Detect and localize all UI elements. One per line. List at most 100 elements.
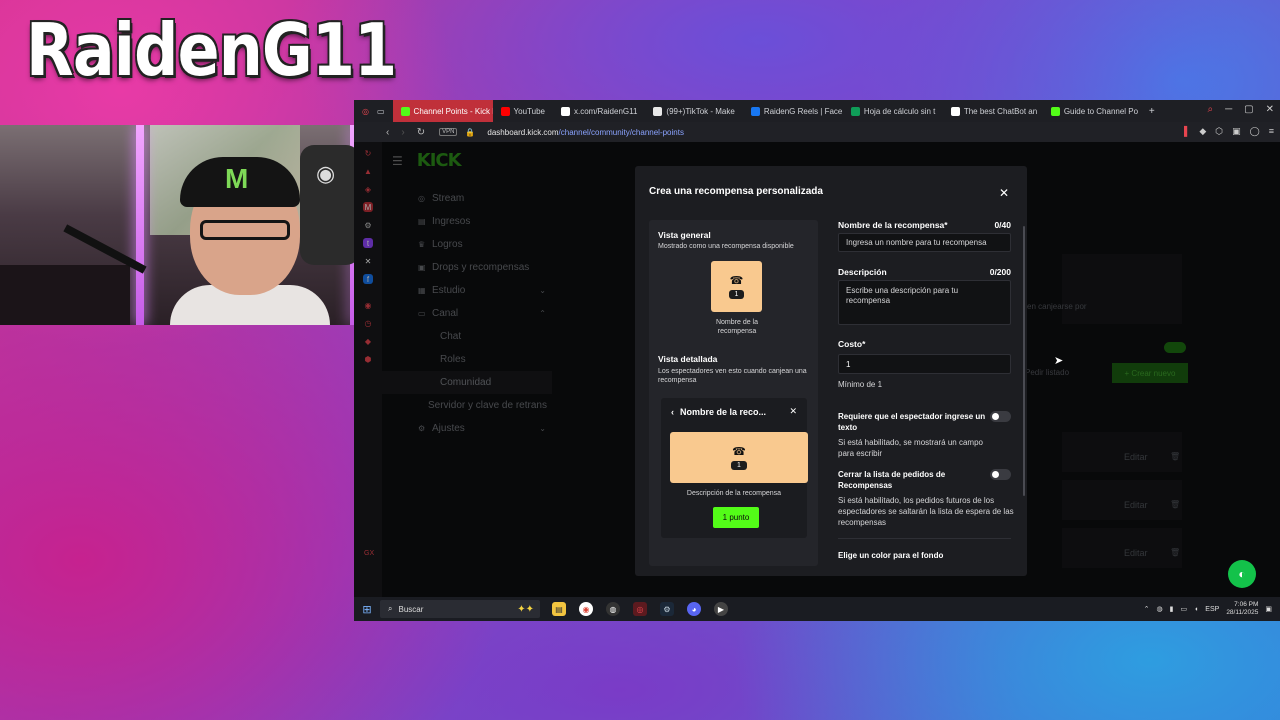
- taskbar-search[interactable]: ⌕ Buscar ✦✦: [380, 600, 540, 618]
- modal-title: Crea una recompensa personalizada: [649, 186, 823, 197]
- obs-icon[interactable]: ◍: [606, 602, 620, 616]
- url-field[interactable]: dashboard.kick.com/channel/community/cha…: [487, 128, 684, 137]
- media-player-icon[interactable]: ▶: [714, 602, 728, 616]
- tab-favicon-icon: [1050, 106, 1060, 116]
- notification-icon[interactable]: ▣: [1265, 605, 1272, 613]
- windows-taskbar: ⊞ ⌕ Buscar ✦✦ ▤ ◉ ◍ ◎ ⚙ ◕ ▶ ⌃ ◍ ▮ ▭ ◖ ES…: [354, 597, 1280, 621]
- chrome-icon[interactable]: ◉: [579, 602, 593, 616]
- reward-tile-name: Nombre de la recompensa: [715, 319, 759, 335]
- adblock-icon[interactable]: ◆: [1199, 126, 1206, 137]
- browser-tab-label: x.com/RaidenG11: [573, 106, 638, 116]
- back-icon[interactable]: ‹: [386, 127, 389, 138]
- minimize-icon[interactable]: ─: [1225, 104, 1232, 115]
- form-divider: [838, 538, 1011, 539]
- tab-favicon-icon: [500, 106, 510, 116]
- detail-tile-cost: 1: [731, 461, 747, 470]
- browser-tab-bar: ◎ ▭ Channel Points - Kick Da YouTube x.com…: [354, 100, 1280, 122]
- detail-preview-card: ‹ Nombre de la reco... ✕ ☎ 1 Descripción…: [661, 398, 808, 538]
- opera-gx-icon[interactable]: ◎: [633, 602, 647, 616]
- browser-tab[interactable]: The best ChatBot an: [943, 100, 1043, 122]
- background-color-label: Elige un color para el fondo: [838, 551, 944, 560]
- detail-back-icon[interactable]: ‹: [671, 407, 674, 417]
- opera-logo-icon[interactable]: ◎: [362, 107, 369, 116]
- browser-tab[interactable]: x.com/RaidenG11: [553, 100, 645, 122]
- close-queue-description: Si está habilitado, los pedidos futuros …: [838, 496, 1014, 527]
- browser-tab[interactable]: Hoja de cálculo sin t: [843, 100, 943, 122]
- menu-icon[interactable]: ≡: [1269, 126, 1274, 137]
- tray-volume-icon[interactable]: ◖: [1194, 606, 1198, 613]
- detail-close-icon[interactable]: ✕: [789, 406, 797, 417]
- streamer-name: RaidenG11: [26, 8, 397, 92]
- gift-icon: ☎: [732, 446, 746, 458]
- overview-heading: Vista general: [658, 230, 711, 240]
- create-reward-modal: Crea una recompensa personalizada ✕ Vist…: [635, 166, 1027, 576]
- browser-tab-label: Guide to Channel Po: [1063, 106, 1139, 116]
- tray-language[interactable]: ESP: [1205, 606, 1219, 613]
- maximize-icon[interactable]: ▢: [1244, 104, 1253, 115]
- search-tabs-icon[interactable]: ⌕: [1207, 104, 1213, 115]
- tab-overview-icon[interactable]: ▭: [377, 107, 385, 116]
- webcam-shelf: [0, 265, 130, 325]
- browser-tab-label: YouTube: [513, 106, 545, 116]
- description-label: Descripción 0/200: [838, 267, 1011, 277]
- browser-tab[interactable]: Guide to Channel Po: [1043, 100, 1143, 122]
- discord-icon[interactable]: ◕: [687, 602, 701, 616]
- copilot-sparkle-icon: ✦✦: [517, 603, 534, 615]
- description-char-count: 0/200: [989, 267, 1011, 277]
- modal-scrollbar[interactable]: [1023, 226, 1025, 496]
- browser-tab[interactable]: RaidenG Reels | Face: [743, 100, 843, 122]
- close-queue-title: Cerrar la lista de pedidos de Recompensa…: [838, 470, 946, 490]
- tray-mic-icon[interactable]: ▮: [1170, 605, 1174, 613]
- reward-description-input[interactable]: Escribe una descripción para tu recompen…: [838, 280, 1011, 325]
- extensions-icon[interactable]: ⬡: [1215, 126, 1223, 137]
- reward-cost-input[interactable]: 1: [838, 354, 1011, 374]
- wallet-icon[interactable]: ▣: [1232, 126, 1241, 137]
- cost-minimum-note: Mínimo de 1: [838, 380, 883, 389]
- webcam-feed: ◉ M: [0, 125, 354, 325]
- browser-tab-label: Channel Points - Kick Da: [413, 106, 493, 116]
- tab-favicon-icon: [653, 106, 663, 116]
- reward-name-input[interactable]: Ingresa un nombre para tu recompensa: [838, 233, 1011, 252]
- vpn-badge[interactable]: VPN: [439, 128, 458, 136]
- browser-tab[interactable]: Channel Points - Kick Da: [392, 100, 493, 122]
- browser-tab[interactable]: (99+)TikTok - Make: [645, 100, 742, 122]
- steam-icon[interactable]: ⚙: [660, 602, 674, 616]
- require-text-toggle[interactable]: [990, 411, 1011, 422]
- forward-icon[interactable]: ›: [401, 127, 404, 138]
- search-icon: ⌕: [388, 604, 393, 613]
- require-text-description: Si está habilitado, se mostrará un campo…: [838, 438, 983, 458]
- modal-close-icon[interactable]: ✕: [995, 184, 1013, 202]
- new-tab-icon[interactable]: +: [1143, 106, 1161, 117]
- name-char-count: 0/40: [994, 220, 1011, 230]
- record-indicator-icon: ▌: [1183, 126, 1191, 136]
- gift-icon: ☎: [729, 275, 744, 287]
- webcam-chair-logo: ◉: [316, 161, 336, 186]
- browser-tab-label: RaidenG Reels | Face: [763, 106, 843, 116]
- captured-screen: ◎ ▭ Channel Points - Kick Da YouTube x.com…: [354, 100, 1280, 621]
- redeem-points-button[interactable]: 1 punto: [713, 507, 759, 528]
- tray-clock[interactable]: 7:06 PM 28/11/2025: [1226, 601, 1258, 617]
- detail-card-title: Nombre de la reco...: [680, 406, 767, 417]
- browser-tab-label: The best ChatBot an: [963, 106, 1038, 116]
- tab-favicon-icon: [400, 106, 410, 116]
- tray-app-icon[interactable]: ◍: [1156, 605, 1162, 613]
- close-queue-toggle[interactable]: [990, 469, 1011, 480]
- support-chat-icon[interactable]: ◐: [1228, 560, 1256, 588]
- overview-subtitle: Mostrado como una recompensa disponible: [658, 243, 794, 250]
- require-text-title: Requiere que el espectador ingrese un te…: [838, 412, 986, 432]
- lock-icon: 🔒: [465, 127, 476, 137]
- reward-tile-preview: ☎ 1: [711, 261, 762, 312]
- tray-overflow-icon[interactable]: ⌃: [1144, 605, 1150, 613]
- webcam-cap-logo: M: [225, 163, 249, 194]
- tray-network-icon[interactable]: ▭: [1180, 605, 1187, 613]
- reload-icon[interactable]: ↻: [417, 127, 425, 138]
- close-window-icon[interactable]: ✕: [1266, 104, 1274, 115]
- browser-tab[interactable]: YouTube: [493, 100, 553, 122]
- cost-label: Costo*: [838, 339, 866, 349]
- file-explorer-icon[interactable]: ▤: [552, 602, 566, 616]
- name-label: Nombre de la recompensa* 0/40: [838, 220, 1011, 230]
- windows-start-icon[interactable]: ⊞: [354, 603, 380, 616]
- browser-tab-label: (99+)TikTok - Make: [666, 106, 735, 116]
- taskbar-search-label: Buscar: [398, 604, 424, 614]
- profile-icon[interactable]: ◯: [1250, 126, 1260, 137]
